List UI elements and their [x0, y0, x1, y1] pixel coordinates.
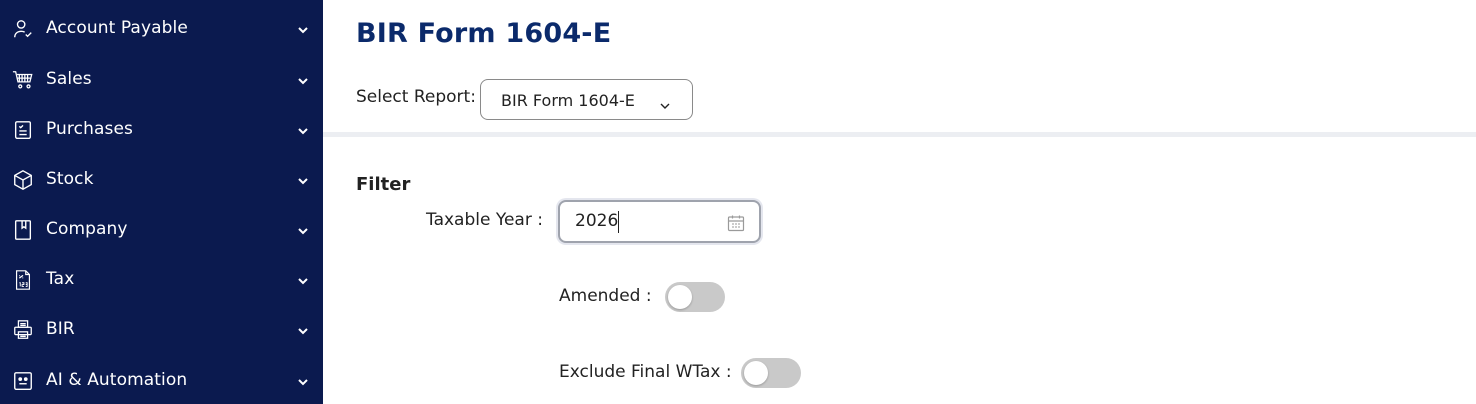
- cart-icon: [11, 68, 35, 92]
- sidebar-item-label: BIR: [46, 319, 75, 339]
- chevron-down-icon: [296, 374, 310, 388]
- clipboard-icon: [11, 118, 35, 142]
- robot-icon: [11, 369, 35, 393]
- chevron-down-icon: [296, 173, 310, 187]
- chevron-down-icon: [296, 323, 310, 337]
- sidebar-item-label: Purchases: [46, 119, 133, 139]
- chevron-down-icon: [296, 273, 310, 287]
- taxable-year-label: Taxable Year :: [426, 210, 543, 230]
- sidebar-item-label: Account Payable: [46, 18, 188, 38]
- select-report-label: Select Report:: [356, 87, 476, 107]
- chevron-down-icon: [296, 73, 310, 87]
- report-select-value: BIR Form 1604-E: [501, 91, 635, 110]
- sidebar-item-sales[interactable]: Sales: [0, 60, 323, 100]
- exclude-final-wtax-label: Exclude Final WTax :: [559, 362, 732, 382]
- sidebar-item-company[interactable]: Company: [0, 210, 323, 250]
- sidebar: Account Payable Sales Purchases Stock Co…: [0, 0, 323, 404]
- sidebar-item-purchases[interactable]: Purchases: [0, 110, 323, 150]
- sidebar-item-stock[interactable]: Stock: [0, 160, 323, 200]
- sidebar-item-label: Tax: [46, 269, 75, 289]
- chevron-down-icon: [296, 123, 310, 137]
- filter-heading: Filter: [356, 174, 411, 195]
- chevron-down-icon: [659, 97, 671, 109]
- text-caret: [618, 211, 619, 233]
- sidebar-item-label: Stock: [46, 169, 94, 189]
- exclude-final-wtax-toggle[interactable]: [741, 358, 801, 388]
- main-content: BIR Form 1604-E Select Report: BIR Form …: [323, 0, 1476, 404]
- printer-icon: [11, 318, 35, 342]
- sidebar-item-label: Company: [46, 219, 128, 239]
- sidebar-item-ai-automation[interactable]: AI & Automation: [0, 361, 323, 401]
- page-title: BIR Form 1604-E: [356, 18, 612, 49]
- box-icon: [11, 168, 35, 192]
- book-icon: [11, 218, 35, 242]
- toggle-knob: [668, 285, 692, 309]
- toggle-knob: [744, 361, 768, 385]
- sidebar-item-label: Sales: [46, 69, 92, 89]
- amended-label: Amended :: [559, 286, 652, 306]
- sidebar-item-bir[interactable]: BIR: [0, 310, 323, 350]
- calendar-icon[interactable]: [727, 214, 745, 232]
- taxable-year-value: 2026: [575, 211, 619, 231]
- sidebar-item-label: AI & Automation: [46, 370, 188, 390]
- sidebar-item-account-payable[interactable]: Account Payable: [0, 9, 323, 49]
- chevron-down-icon: [296, 223, 310, 237]
- amended-toggle[interactable]: [665, 282, 725, 312]
- chevron-down-icon: [296, 22, 310, 36]
- person-check-icon: [11, 17, 35, 41]
- sidebar-item-tax[interactable]: Tax: [0, 260, 323, 300]
- divider: [323, 132, 1476, 137]
- report-select[interactable]: BIR Form 1604-E: [480, 79, 693, 120]
- taxable-year-input[interactable]: 2026: [558, 200, 761, 243]
- tax-document-icon: [11, 268, 35, 292]
